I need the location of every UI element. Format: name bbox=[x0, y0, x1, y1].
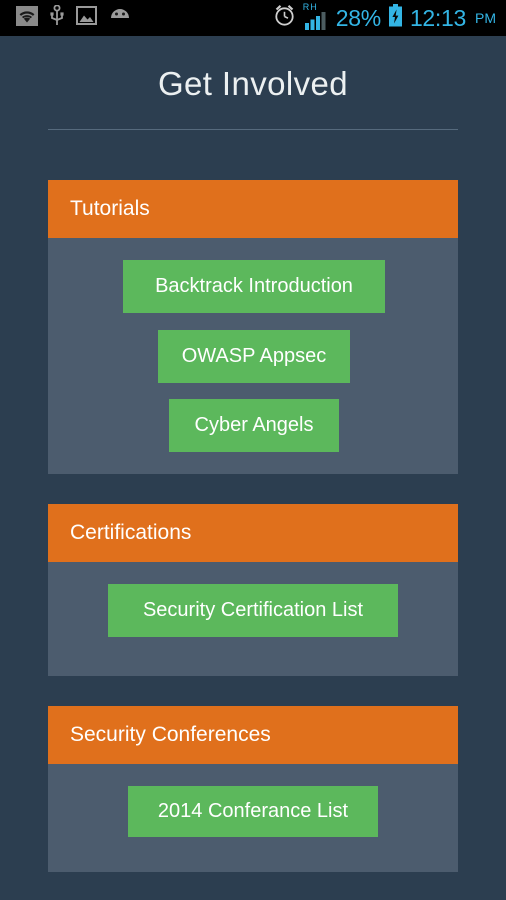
wifi-icon bbox=[16, 5, 38, 31]
button-label: Security Certification List bbox=[142, 599, 364, 621]
android-robot-icon bbox=[108, 7, 132, 29]
usb-icon bbox=[49, 4, 65, 32]
card-body-certifications: Security Certification List bbox=[48, 562, 458, 676]
button-security-certification-list[interactable]: Security Certification List bbox=[108, 584, 398, 637]
button-label: 2014 Conferance List bbox=[157, 800, 349, 822]
title-divider bbox=[48, 129, 458, 130]
card-title: Tutorials bbox=[70, 197, 150, 220]
card-security-conferences: Security Conferences 2014 Conferance Lis… bbox=[48, 706, 458, 872]
status-bar-right-indicators: RH 28% 12:13 PM bbox=[273, 3, 506, 33]
button-label: Cyber Angels bbox=[194, 414, 314, 436]
button-backtrack-introduction[interactable]: Backtrack Introduction bbox=[123, 260, 385, 313]
clock-ampm-label: PM bbox=[475, 10, 496, 26]
card-title: Security Conferences bbox=[70, 723, 271, 746]
app-content: Get Involved Tutorials Backtrack Introdu… bbox=[0, 36, 506, 900]
button-2014-conferance-list[interactable]: 2014 Conferance List bbox=[128, 786, 378, 837]
screenshot-image-icon bbox=[76, 6, 97, 30]
battery-charging-icon bbox=[388, 3, 403, 33]
status-bar[interactable]: RH 28% 12:13 PM bbox=[0, 0, 506, 36]
page-title: Get Involved bbox=[157, 65, 349, 102]
card-title: Certifications bbox=[70, 521, 192, 544]
clock-time-label: 12:13 bbox=[409, 4, 466, 31]
card-certifications: Certifications Security Certification Li… bbox=[48, 504, 458, 676]
button-cyber-angels[interactable]: Cyber Angels bbox=[169, 399, 339, 452]
cellular-signal-icon: RH bbox=[303, 3, 329, 30]
card-header-security-conferences[interactable]: Security Conferences bbox=[48, 706, 458, 764]
status-bar-left-icons bbox=[0, 4, 132, 32]
button-label: Backtrack Introduction bbox=[155, 275, 353, 297]
button-label: OWASP Appsec bbox=[181, 345, 327, 367]
card-body-security-conferences: 2014 Conferance List bbox=[48, 764, 458, 872]
card-header-certifications[interactable]: Certifications bbox=[48, 504, 458, 562]
battery-percent-label: 28% bbox=[335, 4, 381, 31]
card-body-tutorials: Backtrack Introduction OWASP Appsec Cybe… bbox=[48, 238, 458, 474]
card-tutorials: Tutorials Backtrack Introduction OWASP A… bbox=[48, 180, 458, 474]
card-header-tutorials[interactable]: Tutorials bbox=[48, 180, 458, 238]
button-owasp-appsec[interactable]: OWASP Appsec bbox=[158, 330, 350, 383]
alarm-clock-icon bbox=[273, 4, 296, 32]
